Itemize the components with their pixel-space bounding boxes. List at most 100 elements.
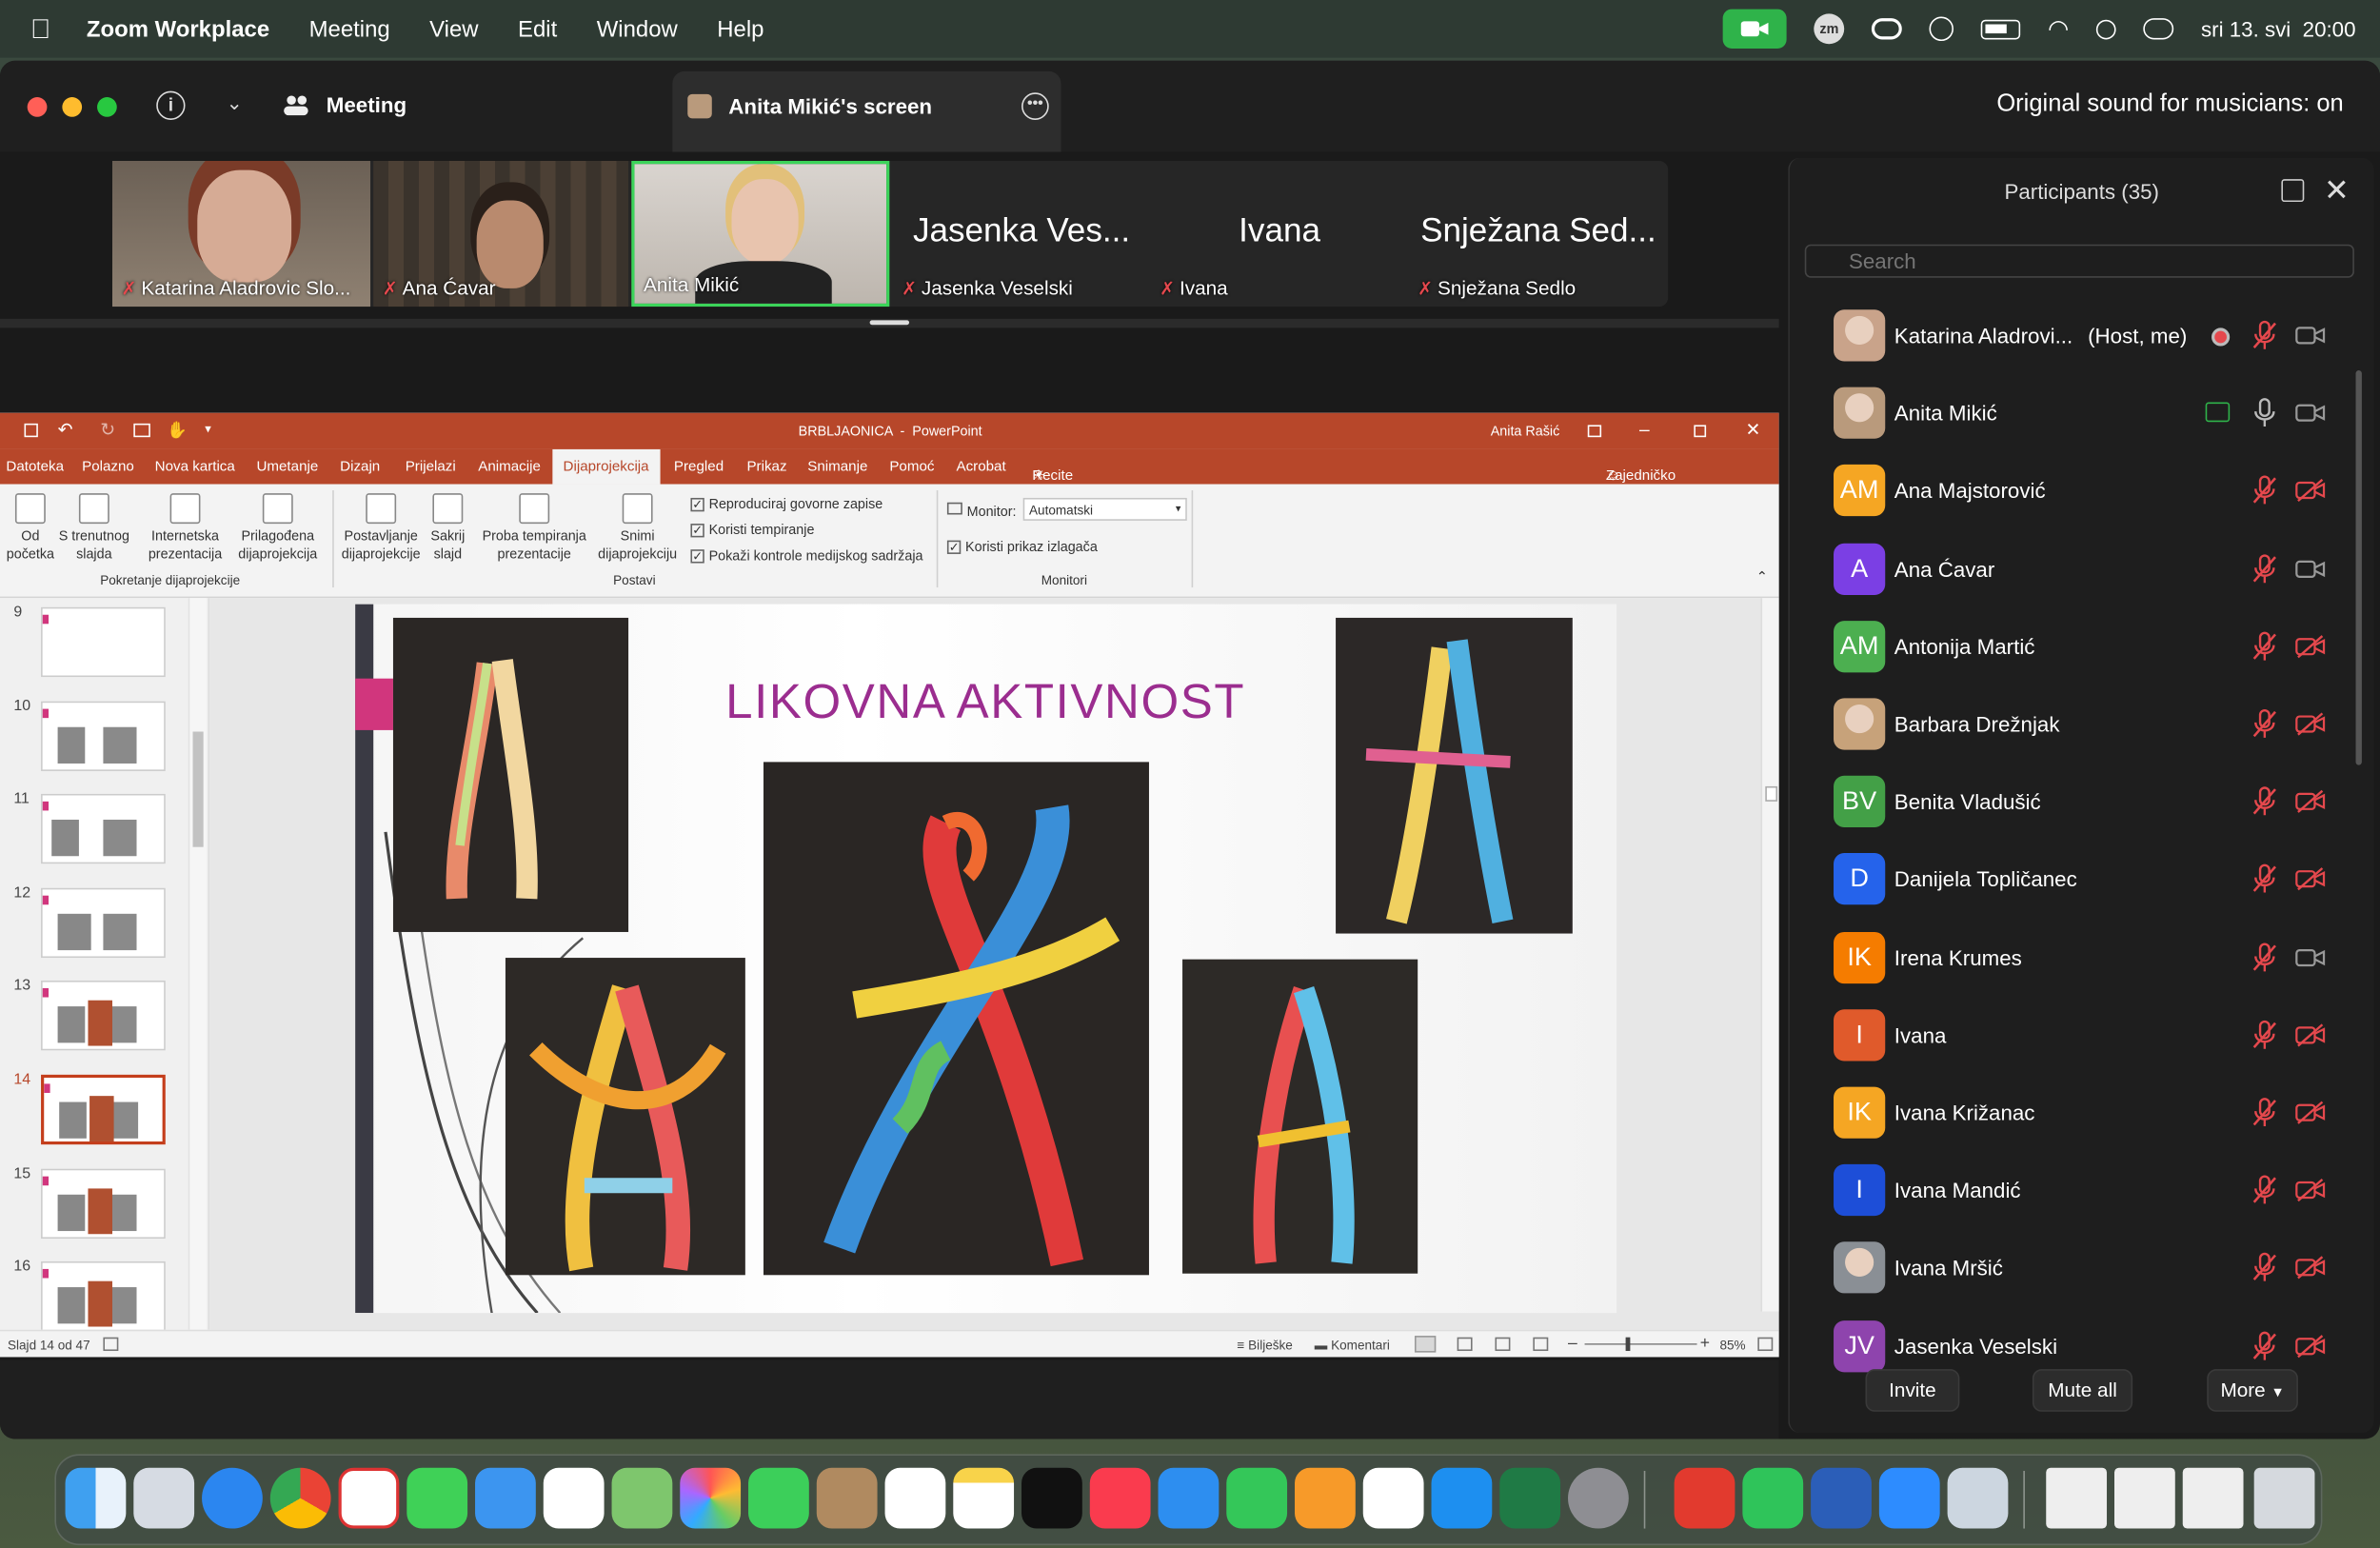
video-tile[interactable]: Ivana ✗ Ivana (1151, 161, 1409, 307)
slide-thumbnail[interactable] (41, 794, 166, 864)
preview-icon[interactable] (1947, 1467, 2009, 1529)
muted-mic-icon[interactable] (2251, 864, 2278, 895)
mute-all-button[interactable]: Mute all (2032, 1369, 2133, 1412)
facetime-icon[interactable] (748, 1467, 809, 1529)
close-icon[interactable]: ✕ (1746, 419, 1761, 440)
menu-help[interactable]: Help (717, 16, 764, 42)
video-off-icon[interactable] (2295, 712, 2326, 737)
slide-canvas[interactable]: LIKOVNA AKTIVNOST (355, 604, 1617, 1314)
zoom-icon[interactable] (1878, 1467, 1940, 1529)
fit-slide-icon[interactable] (1757, 1337, 1774, 1352)
whatsapp-icon[interactable] (1742, 1467, 1804, 1529)
freeform-icon[interactable] (1362, 1467, 1424, 1529)
redo-icon[interactable]: ↻ (100, 419, 115, 440)
present-icon[interactable] (133, 423, 150, 438)
muted-mic-icon[interactable] (2251, 1020, 2278, 1050)
contacts-icon[interactable] (816, 1467, 878, 1529)
monitor-select[interactable]: Automatski ▾ (1022, 497, 1187, 521)
muted-mic-icon[interactable] (2251, 708, 2278, 740)
zotero-icon[interactable] (338, 1467, 400, 1529)
presenter-view-checkbox[interactable]: ✓ Koristi prikaz izlagača (946, 539, 1098, 554)
tab-acrobat[interactable]: Acrobat (956, 459, 1005, 476)
zoom-in-button[interactable]: + (1700, 1334, 1710, 1352)
record-slideshow-button[interactable]: Snimi dijaprojekciju (592, 493, 684, 563)
video-icon[interactable] (2295, 945, 2326, 970)
messages-icon[interactable] (407, 1467, 468, 1529)
original-sound-status[interactable]: Original sound for musicians: on (1996, 91, 2343, 119)
video-tile[interactable]: Snježana Sed... ✗ Snježana Sedlo (1409, 161, 1669, 307)
artwork-photo[interactable] (392, 617, 629, 932)
muted-mic-icon[interactable] (2251, 631, 2278, 662)
invite-button[interactable]: Invite (1865, 1369, 1960, 1412)
close-icon[interactable]: ✕ (2324, 171, 2350, 209)
menubar-clock[interactable]: sri 13. svi 20:00 (2201, 17, 2356, 42)
acrobat-icon[interactable] (1674, 1467, 1735, 1529)
muted-mic-icon[interactable] (2251, 476, 2278, 506)
use-timings-checkbox[interactable]: ✓ Koristi tempiranje (690, 522, 814, 537)
participant-row[interactable]: Barbara Drežnjak (1790, 687, 2351, 764)
tab-datoteka[interactable]: Datoteka (6, 459, 64, 476)
restore-icon[interactable] (1694, 425, 1707, 438)
wifi-icon[interactable]: ◠ (2048, 13, 2069, 44)
excel-icon[interactable] (1499, 1467, 1561, 1529)
notes-button[interactable]: ≡ Bilješke (1237, 1338, 1292, 1353)
slide-thumbnail[interactable] (41, 1261, 166, 1332)
system-settings-icon[interactable] (1568, 1467, 1629, 1529)
photos-icon[interactable] (680, 1467, 742, 1529)
ppt-user-name[interactable]: Anita Rašić (1491, 424, 1560, 439)
tab-snimanje[interactable]: Snimanje (807, 459, 867, 476)
minimized-window-icon[interactable] (2182, 1467, 2244, 1529)
creative-cloud-icon[interactable] (1872, 18, 1902, 40)
mic-icon[interactable] (2251, 398, 2278, 428)
more-button[interactable]: More ▼ (2207, 1369, 2298, 1412)
ribbon-display-icon[interactable] (1587, 425, 1602, 438)
muted-mic-icon[interactable] (2251, 942, 2278, 972)
zoom-menu-icon[interactable]: zm (1814, 13, 1845, 45)
muted-mic-icon[interactable] (2251, 1331, 2278, 1361)
numbers-icon[interactable] (1226, 1467, 1288, 1529)
menu-meeting[interactable]: Meeting (309, 16, 390, 42)
zoom-slider-thumb[interactable] (1625, 1337, 1631, 1352)
gallery-resize-handle[interactable] (869, 320, 910, 326)
slide-thumbnail[interactable] (41, 981, 166, 1051)
minimized-window-icon[interactable] (2046, 1467, 2108, 1529)
notes-icon[interactable] (953, 1467, 1015, 1529)
touch-mode-icon[interactable]: ✋ (167, 421, 188, 440)
launchpad-icon[interactable] (133, 1467, 195, 1529)
artwork-photo[interactable] (505, 958, 745, 1276)
hide-slide-button[interactable]: Sakrij slajd (425, 493, 470, 563)
slide-thumbnail[interactable] (41, 1074, 166, 1145)
muted-mic-icon[interactable] (2251, 1253, 2278, 1283)
slide-vertical-scrollbar[interactable] (1760, 598, 1779, 1312)
participant-row[interactable]: IK Ivana Križanac (1790, 1076, 2351, 1153)
slide-sorter-icon[interactable] (1457, 1337, 1473, 1352)
word-icon[interactable] (1811, 1467, 1872, 1529)
slideshow-view-icon[interactable] (1533, 1337, 1549, 1352)
mail-icon[interactable] (475, 1467, 536, 1529)
artwork-photo[interactable] (1336, 617, 1573, 934)
zoom-slider[interactable] (1584, 1337, 1697, 1352)
participant-row[interactable]: Ivana Mršić (1790, 1232, 2351, 1309)
video-tile[interactable]: ✗ Ana Ćavar (373, 161, 629, 308)
calendar-icon[interactable] (543, 1467, 605, 1529)
normal-view-icon[interactable] (1414, 1336, 1437, 1353)
participant-row[interactable]: AM Ana Majstorović (1790, 454, 2351, 531)
app-name[interactable]: Zoom Workplace (87, 16, 269, 42)
reminders-icon[interactable] (884, 1467, 946, 1529)
muted-mic-icon[interactable] (2251, 786, 2278, 817)
video-icon[interactable] (2295, 556, 2326, 581)
participant-row[interactable]: A Ana Ćavar (1790, 532, 2351, 609)
muted-mic-icon[interactable] (2251, 553, 2278, 584)
comments-button[interactable]: ▬ Komentari (1315, 1338, 1390, 1353)
tab-prijelazi[interactable]: Prijelazi (406, 459, 456, 476)
video-off-icon[interactable] (2295, 1179, 2326, 1203)
tab-nova-kartica[interactable]: Nova kartica (155, 459, 235, 476)
menu-edit[interactable]: Edit (518, 16, 557, 42)
setup-slideshow-button[interactable]: Postavljanje dijaprojekcije (340, 493, 422, 563)
keynote-icon[interactable] (1158, 1467, 1220, 1529)
info-icon[interactable]: i (156, 90, 186, 120)
meeting-label[interactable]: Meeting (327, 92, 407, 117)
chevron-down-icon[interactable]: ⌄ (227, 91, 243, 116)
muted-mic-icon[interactable] (2251, 320, 2278, 350)
video-off-icon[interactable] (2295, 1334, 2326, 1359)
